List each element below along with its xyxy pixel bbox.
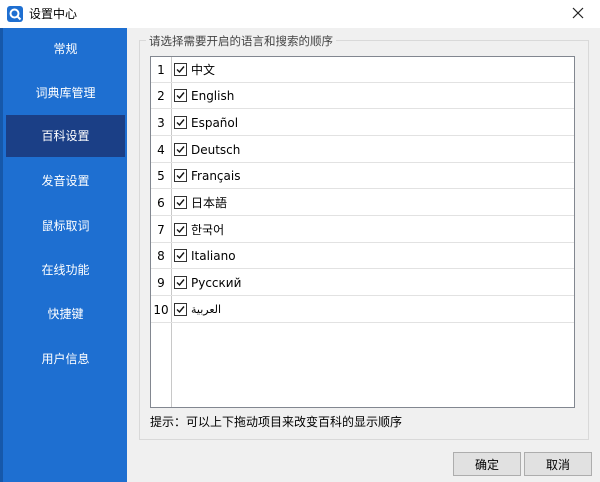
language-label: Русский	[191, 276, 242, 290]
language-label: العربية	[191, 303, 222, 316]
language-label: English	[191, 89, 235, 103]
language-checkbox[interactable]	[174, 143, 187, 156]
sidebar-item-general[interactable]: 常规	[6, 28, 125, 70]
row-number: 2	[157, 89, 165, 103]
row-number: 7	[157, 223, 165, 237]
row-number: 9	[157, 276, 165, 290]
list-item[interactable]: 5 Français	[151, 163, 574, 189]
list-item[interactable]: 3 Español	[151, 110, 574, 136]
sidebar-item-pronunciation[interactable]: 发音设置	[6, 160, 125, 202]
language-checkbox[interactable]	[174, 116, 187, 129]
checkmark-icon	[176, 66, 185, 74]
language-label: Français	[191, 169, 241, 183]
row-number: 6	[157, 196, 165, 210]
drag-hint: 提示：可以上下拖动项目来改变百科的显示顺序	[150, 415, 403, 429]
language-checkbox[interactable]	[174, 169, 187, 182]
checkmark-icon	[176, 226, 185, 234]
checkmark-icon	[176, 199, 185, 207]
language-checkbox[interactable]	[174, 249, 187, 262]
list-item[interactable]: 8 Italiano	[151, 243, 574, 269]
language-checkbox[interactable]	[174, 223, 187, 236]
list-item[interactable]: 6 日本語	[151, 190, 574, 216]
checkmark-icon	[176, 279, 185, 287]
language-label: 日本語	[191, 196, 228, 210]
row-number: 1	[157, 63, 165, 77]
close-icon	[572, 7, 584, 22]
language-checkbox[interactable]	[174, 276, 187, 289]
settings-window: 设置中心 常规 词典库管理 百科设置 发音设置 鼠标取词 在线功能 快捷键 用户…	[0, 0, 600, 482]
language-checkbox[interactable]	[174, 63, 187, 76]
sidebar-item-online[interactable]: 在线功能	[6, 249, 125, 291]
checkmark-icon	[176, 252, 185, 260]
sidebar-item-dictionary[interactable]: 词典库管理	[6, 72, 125, 114]
group-title: 请选择需要开启的语言和搜索的顺序	[146, 34, 336, 48]
language-checkbox[interactable]	[174, 89, 187, 102]
language-label: Deutsch	[191, 143, 241, 157]
row-number: 3	[157, 116, 165, 130]
language-checkbox[interactable]	[174, 303, 187, 316]
row-number: 5	[157, 169, 165, 183]
sidebar-item-hotkeys[interactable]: 快捷键	[6, 293, 125, 335]
checkmark-icon	[176, 306, 185, 314]
list-item[interactable]: 10 العربية	[151, 297, 574, 323]
checkmark-icon	[176, 92, 185, 100]
dict-app-icon	[7, 6, 23, 22]
list-item[interactable]: 4 Deutsch	[151, 137, 574, 163]
list-item[interactable]: 7 한국어	[151, 217, 574, 243]
row-number: 8	[157, 249, 165, 263]
language-checkbox[interactable]	[174, 196, 187, 209]
list-item[interactable]: 2 English	[151, 83, 574, 109]
sidebar: 常规 词典库管理 百科设置 发音设置 鼠标取词 在线功能 快捷键 用户信息	[0, 28, 127, 482]
checkmark-icon	[176, 172, 185, 180]
row-number: 4	[157, 143, 165, 157]
language-label: 中文	[191, 63, 216, 77]
cancel-button[interactable]: 取消	[524, 452, 592, 476]
close-button[interactable]	[556, 0, 600, 28]
checkmark-icon	[176, 119, 185, 127]
sidebar-item-encyclopedia[interactable]: 百科设置	[6, 115, 125, 157]
row-number: 10	[153, 303, 169, 317]
list-item[interactable]: 9 Русский	[151, 270, 574, 296]
ok-button[interactable]: 确定	[453, 452, 521, 476]
list-item[interactable]: 1 中文	[151, 57, 574, 83]
checkmark-icon	[176, 146, 185, 154]
sidebar-item-mouse-capture[interactable]: 鼠标取词	[6, 205, 125, 247]
language-label: Español	[191, 116, 239, 130]
title-bar: 设置中心	[0, 0, 600, 28]
window-title: 设置中心	[29, 7, 78, 21]
language-label: Italiano	[191, 249, 236, 263]
sidebar-item-user-info[interactable]: 用户信息	[6, 338, 125, 380]
language-label: 한국어	[191, 223, 225, 237]
language-list[interactable]: 1 中文 2 English 3 Español 4 Deutsch 5 Fra…	[150, 56, 575, 408]
